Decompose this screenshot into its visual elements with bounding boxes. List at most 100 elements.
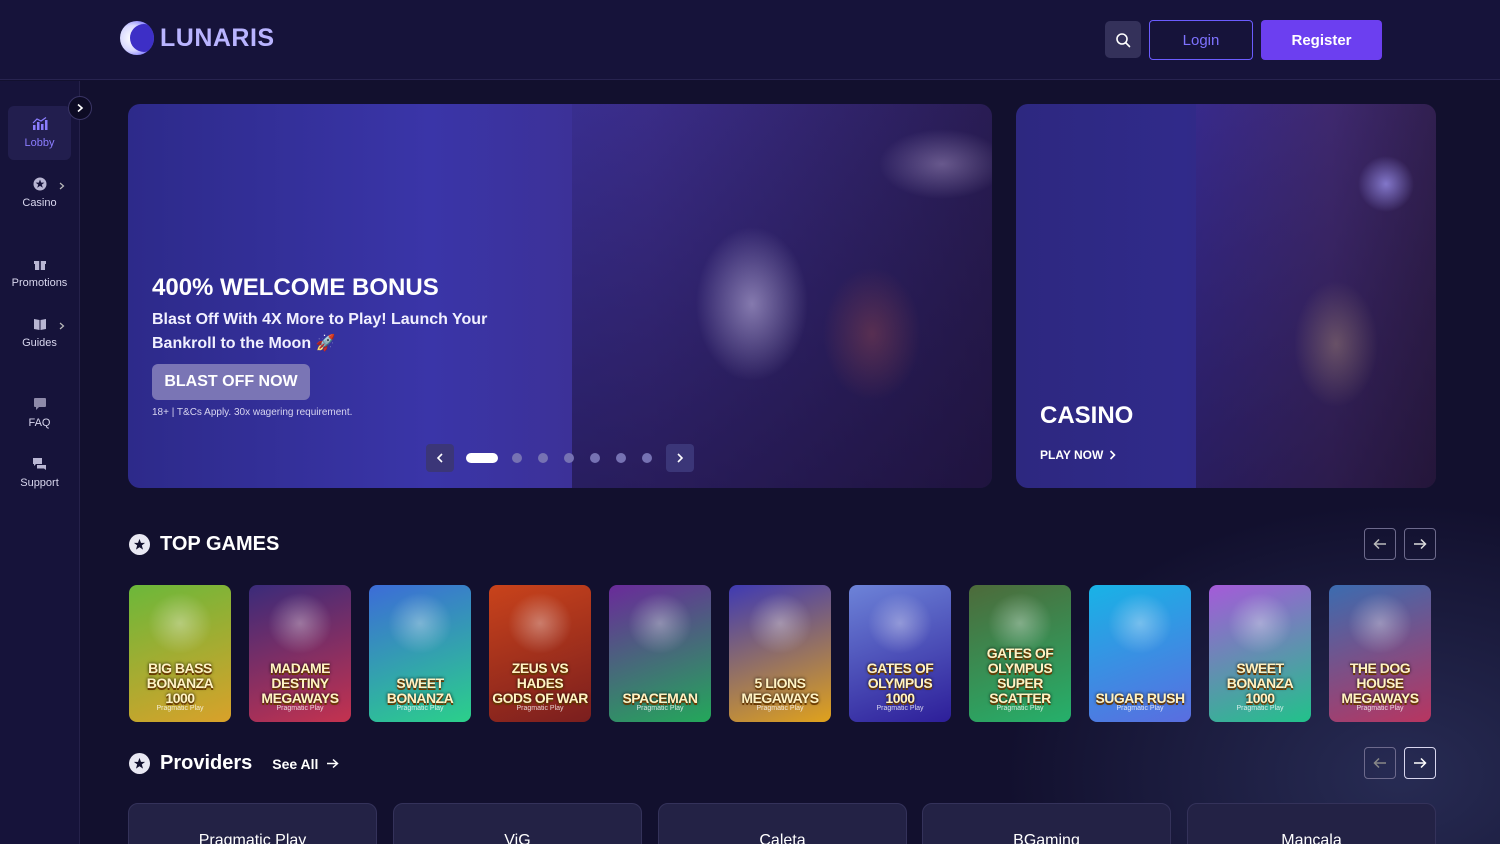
chevron-left-icon	[436, 453, 443, 463]
arrow-right-icon	[1414, 538, 1427, 550]
hero-terms: 18+ | T&Cs Apply. 30x wagering requireme…	[152, 407, 353, 418]
sidebar-item-guides[interactable]: Guides	[8, 306, 71, 360]
game-tile[interactable]: SUGAR RUSH Pragmatic Play	[1089, 585, 1191, 722]
game-tile[interactable]: SPACEMAN Pragmatic Play	[609, 585, 711, 722]
hero-banner[interactable]: 400% WELCOME BONUS Blast Off With 4X Mor…	[128, 104, 992, 488]
login-button[interactable]: Login	[1149, 20, 1253, 60]
logo-text: LUNARIS	[160, 23, 275, 52]
sidebar-toggle-button[interactable]	[68, 96, 92, 120]
support-chat-icon	[33, 458, 46, 470]
chevron-right-icon	[77, 103, 84, 113]
game-provider: Pragmatic Play	[996, 705, 1044, 712]
carousel-dot[interactable]	[466, 453, 498, 463]
game-title: SWEET BONANZA 1000	[1226, 660, 1294, 706]
game-artwork-image	[489, 585, 591, 670]
game-artwork-image	[369, 585, 471, 670]
blast-off-button[interactable]: BLAST OFF NOW	[152, 364, 310, 400]
sidebar-item-label: Casino	[22, 197, 57, 209]
hero-subtitle: Blast Off With 4X More to Play! Launch Y…	[152, 311, 488, 352]
game-tile[interactable]: ZEUS VS HADES GODS OF WAR Pragmatic Play	[489, 585, 591, 722]
providers-prev-button[interactable]	[1364, 747, 1396, 779]
providers-title: Providers	[160, 752, 253, 774]
game-title: SUGAR RUSH	[1095, 690, 1185, 706]
logo[interactable]: LUNARIS	[120, 21, 275, 55]
carousel-dot[interactable]	[642, 453, 652, 463]
chevron-right-icon	[59, 322, 65, 330]
sidebar-item-label: Support	[20, 477, 59, 489]
sidebar-item-label: Promotions	[11, 277, 68, 289]
game-title: GATES OF OLYMPUS SUPER SCATTER	[986, 645, 1054, 706]
game-provider: Pragmatic Play	[876, 705, 924, 712]
provider-card[interactable]: Mancala	[1187, 803, 1436, 844]
game-title: ZEUS VS HADES GODS OF WAR	[492, 660, 588, 706]
top-games-prev-button[interactable]	[1364, 528, 1396, 560]
game-title: 5 LIONS MEGAWAYS	[741, 675, 819, 706]
search-icon	[1116, 32, 1131, 47]
game-provider: Pragmatic Play	[1116, 705, 1164, 712]
game-artwork-image	[729, 585, 831, 670]
game-tile[interactable]: GATES OF OLYMPUS SUPER SCATTER Pragmatic …	[969, 585, 1071, 722]
arrow-left-icon	[1373, 538, 1386, 550]
chart-icon	[32, 117, 47, 130]
game-provider: Pragmatic Play	[396, 705, 444, 712]
search-button[interactable]	[1105, 21, 1141, 58]
chevron-right-icon	[59, 182, 65, 190]
game-artwork-image	[249, 585, 351, 670]
game-tile[interactable]: 5 LIONS MEGAWAYS Pragmatic Play	[729, 585, 831, 722]
casino-promo-card[interactable]: CASINO PLAY NOW	[1016, 104, 1436, 488]
game-tile[interactable]: SWEET BONANZA 1000 Pragmatic Play	[1209, 585, 1311, 722]
game-title: SPACEMAN	[622, 690, 698, 706]
sidebar-item-casino[interactable]: Casino	[8, 166, 71, 220]
carousel-dot[interactable]	[616, 453, 626, 463]
carousel-prev-button[interactable]	[426, 444, 454, 472]
see-all-label: See All	[272, 755, 319, 772]
game-provider: Pragmatic Play	[276, 705, 324, 712]
sidebar-item-support[interactable]: Support	[8, 446, 71, 500]
sidebar-item-promotions[interactable]: Promotions	[8, 246, 71, 300]
provider-card[interactable]: BGaming	[922, 803, 1171, 844]
game-provider: Pragmatic Play	[1236, 705, 1284, 712]
game-tile[interactable]: MADAME DESTINY MEGAWAYS Pragmatic Play	[249, 585, 351, 722]
sidebar-item-label: Guides	[22, 336, 57, 349]
star-icon	[129, 753, 150, 774]
play-now-link[interactable]: PLAY NOW	[1040, 448, 1116, 462]
providers-next-button[interactable]	[1404, 747, 1436, 779]
carousel-dot[interactable]	[538, 453, 548, 463]
carousel-dot[interactable]	[564, 453, 574, 463]
game-provider: Pragmatic Play	[516, 705, 564, 712]
sidebar-item-label: Lobby	[24, 137, 55, 149]
provider-card[interactable]: Pragmatic Play	[128, 803, 377, 844]
game-provider: Pragmatic Play	[756, 705, 804, 712]
casino-card-title: CASINO	[1040, 402, 1134, 429]
register-button[interactable]: Register	[1261, 20, 1382, 60]
sidebar-item-lobby[interactable]: Lobby	[8, 106, 71, 160]
game-title: BIG BASS BONANZA 1000	[146, 660, 214, 706]
game-tile[interactable]: BIG BASS BONANZA 1000 Pragmatic Play	[129, 585, 231, 722]
carousel-dot[interactable]	[512, 453, 522, 463]
casino-chip-icon	[33, 177, 46, 191]
carousel-dot[interactable]	[590, 453, 600, 463]
sidebar-item-faq[interactable]: FAQ	[8, 386, 71, 440]
game-artwork-image	[609, 585, 711, 670]
game-tile[interactable]: SWEET BONANZA Pragmatic Play	[369, 585, 471, 722]
sidebar-item-label: FAQ	[28, 417, 51, 429]
game-title: SWEET BONANZA	[386, 675, 454, 706]
game-tile[interactable]: THE DOG HOUSE MEGAWAYS Pragmatic Play	[1329, 585, 1431, 722]
game-artwork-image	[1089, 585, 1191, 670]
provider-card[interactable]: Caleta	[658, 803, 907, 844]
game-tile[interactable]: GATES OF OLYMPUS 1000 Pragmatic Play	[849, 585, 951, 722]
hero-title: 400% WELCOME BONUS	[152, 274, 439, 301]
see-all-link[interactable]: See All	[272, 755, 340, 772]
game-provider: Pragmatic Play	[1356, 705, 1404, 712]
top-games-next-button[interactable]	[1404, 528, 1436, 560]
provider-card[interactable]: ViG	[393, 803, 642, 844]
providers-header: Providers See All	[129, 752, 340, 775]
carousel-next-button[interactable]	[666, 444, 694, 472]
arrow-right-icon	[1414, 757, 1427, 769]
top-games-header: TOP GAMES	[129, 533, 279, 556]
top-games-row: BIG BASS BONANZA 1000 Pragmatic Play MADAM…	[129, 585, 1437, 722]
game-artwork-image	[129, 585, 231, 670]
top-games-title: TOP GAMES	[160, 533, 280, 555]
chevron-right-icon	[677, 453, 684, 463]
chevron-right-icon	[1110, 450, 1116, 460]
